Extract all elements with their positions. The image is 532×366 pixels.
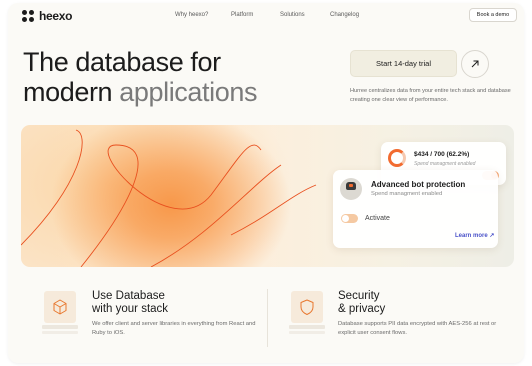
feature-title-stack-line2: with your stack <box>92 303 169 315</box>
activate-label: Activate <box>365 215 390 222</box>
hero-title-word-applications: applications <box>119 77 258 107</box>
book-demo-button[interactable]: Book a demo <box>469 8 517 22</box>
hero-title-line1: The database for <box>23 47 221 77</box>
learn-more-link[interactable]: Learn more ↗ <box>455 232 494 239</box>
logo[interactable]: heexo <box>22 9 72 23</box>
feature-title-stack-line1: Use Database <box>92 290 165 302</box>
bot-protection-title: Advanced bot protection <box>371 180 466 189</box>
spend-value: $434 / 700 (62.2%) <box>414 151 470 158</box>
hero-banner: $434 / 700 (62.2%) Spend managment enabl… <box>21 125 514 267</box>
feature-title-stack: Use Database with your stack <box>92 290 168 316</box>
page-frame: heexo Why heexo? Platform Solutions Chan… <box>8 3 524 363</box>
start-trial-button[interactable]: Start 14-day trial <box>350 50 457 77</box>
nav-link-changelog[interactable]: Changelog <box>330 12 359 18</box>
bot-protection-card: Advanced bot protection Spend managment … <box>333 170 498 248</box>
feature-icon-tile <box>289 291 325 334</box>
spend-subtitle: Spend managment enabled <box>414 161 476 167</box>
feature-title-security: Security & privacy <box>338 290 385 316</box>
feature-title-security-line1: Security <box>338 290 380 302</box>
feature-description-stack: We offer client and server libraries in … <box>92 321 256 336</box>
top-nav: heexo Why heexo? Platform Solutions Chan… <box>8 3 524 29</box>
arrow-button[interactable] <box>461 50 489 78</box>
feature-title-security-line2: & privacy <box>338 303 386 315</box>
feature-icon-tile <box>42 291 78 334</box>
robot-avatar-icon <box>340 178 362 200</box>
hero-title: The database for modern applications <box>23 47 313 107</box>
hero-title-word-modern: modern <box>23 77 113 107</box>
cube-icon <box>53 299 67 315</box>
nav-link-why[interactable]: Why heexo? <box>175 12 208 18</box>
nav-link-platform[interactable]: Platform <box>231 12 253 18</box>
logo-icon <box>22 10 34 22</box>
shield-icon <box>300 299 314 315</box>
brand-name: heexo <box>39 9 73 23</box>
bot-protection-subtitle: Spend managment enabled <box>371 191 443 197</box>
arrow-up-right-icon <box>471 60 479 68</box>
feature-description-security: Database supports PII data encrypted wit… <box>338 321 497 336</box>
activate-toggle[interactable] <box>341 214 358 223</box>
hero-title-line2: modern applications <box>23 77 313 107</box>
nav-link-solutions[interactable]: Solutions <box>280 12 305 18</box>
progress-ring-icon <box>388 149 406 167</box>
feature-divider <box>267 289 268 347</box>
hero-description: Hurree centralizes data from your entire… <box>350 88 511 103</box>
